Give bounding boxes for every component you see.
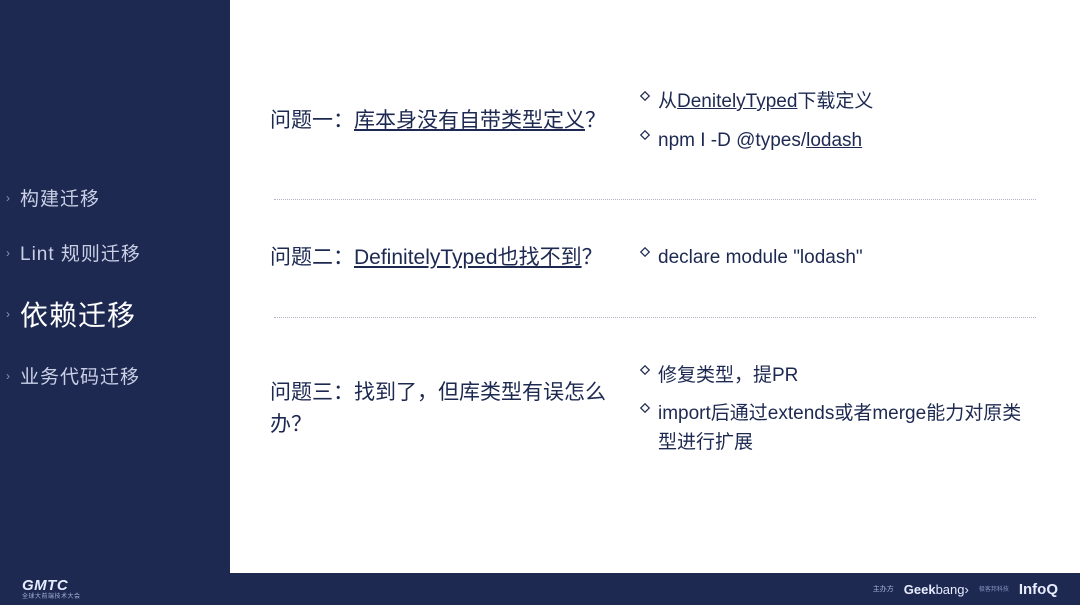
diamond-bullet-icon [640,91,658,101]
answer-text: npm I -D @types/lodash [658,127,862,156]
answer-item: import后通过extends或者merge能力对原类型进行扩展 [640,400,1040,457]
nav-label: 构建迁移 [20,184,100,211]
content-area: 问题一：库本身没有自带类型定义？ 从DenitelyTyped下载定义 npm … [230,0,1080,573]
chevron-right-icon: › [6,369,20,383]
answer-list: 从DenitelyTyped下载定义 npm I -D @types/lodas… [620,78,1040,165]
logo-subtext: 全球大前端技术大会 [22,594,81,600]
chevron-right-icon: › [6,246,20,260]
diamond-bullet-icon [640,130,658,140]
answer-item: npm I -D @types/lodash [640,127,1040,156]
answer-text: declare module "lodash" [658,244,863,273]
chevron-right-icon: › [6,191,20,205]
host-sub-block: 极客邦科技 [979,586,1009,593]
brand-infoq: InfoQ [1019,581,1058,598]
nav-item-build[interactable]: › 构建迁移 [6,184,220,211]
answer-item: declare module "lodash" [640,244,1040,273]
answer-item: 修复类型，提PR [640,362,1040,391]
diamond-bullet-icon [640,365,658,375]
nav-label: 业务代码迁移 [20,362,140,389]
chevron-right-icon: › [6,307,20,321]
question-text: 问题二：DefinitelyTyped也找不到？ [270,242,620,275]
footer-logo: GMTC 全球大前端技术大会 [22,578,81,600]
question-text: 问题一：库本身没有自带类型定义？ [270,105,620,138]
answer-text: 从DenitelyTyped下载定义 [658,88,873,117]
nav-item-business[interactable]: › 业务代码迁移 [6,362,220,389]
nav-item-lint[interactable]: › Lint 规则迁移 [6,239,220,266]
diamond-bullet-icon [640,247,658,257]
answer-item: 从DenitelyTyped下载定义 [640,88,1040,117]
host-sub: 极客邦科技 [979,587,1009,593]
logo-text: GMTC [22,578,81,593]
question-text: 问题三：找到了，但库类型有误怎么办？ [270,377,620,442]
nav-item-dependency[interactable]: › 依赖迁移 [6,294,220,334]
answer-list: 修复类型，提PR import后通过extends或者merge能力对原类型进行… [620,352,1040,468]
footer-right: 主办方 Geekbang› 极客邦科技 InfoQ [873,581,1058,598]
nav-label: Lint 规则迁移 [20,239,141,266]
sidebar: › 构建迁移 › Lint 规则迁移 › 依赖迁移 › 业务代码迁移 [0,0,230,573]
host-label: 主办方 [873,586,894,593]
qa-section: 问题二：DefinitelyTyped也找不到？ declare module … [270,200,1040,317]
answer-text: import后通过extends或者merge能力对原类型进行扩展 [658,400,1040,457]
footer: GMTC 全球大前端技术大会 主办方 Geekbang› 极客邦科技 InfoQ [0,573,1080,605]
qa-section: 问题三：找到了，但库类型有误怎么办？ 修复类型，提PR import后通过ext… [270,318,1040,502]
host-label-block: 主办方 [873,586,894,593]
brand-geekbang: Geekbang› [904,582,969,597]
answer-text: 修复类型，提PR [658,362,798,391]
diamond-bullet-icon [640,403,658,413]
nav-label: 依赖迁移 [20,294,136,334]
qa-section: 问题一：库本身没有自带类型定义？ 从DenitelyTyped下载定义 npm … [270,44,1040,199]
answer-list: declare module "lodash" [620,234,1040,283]
